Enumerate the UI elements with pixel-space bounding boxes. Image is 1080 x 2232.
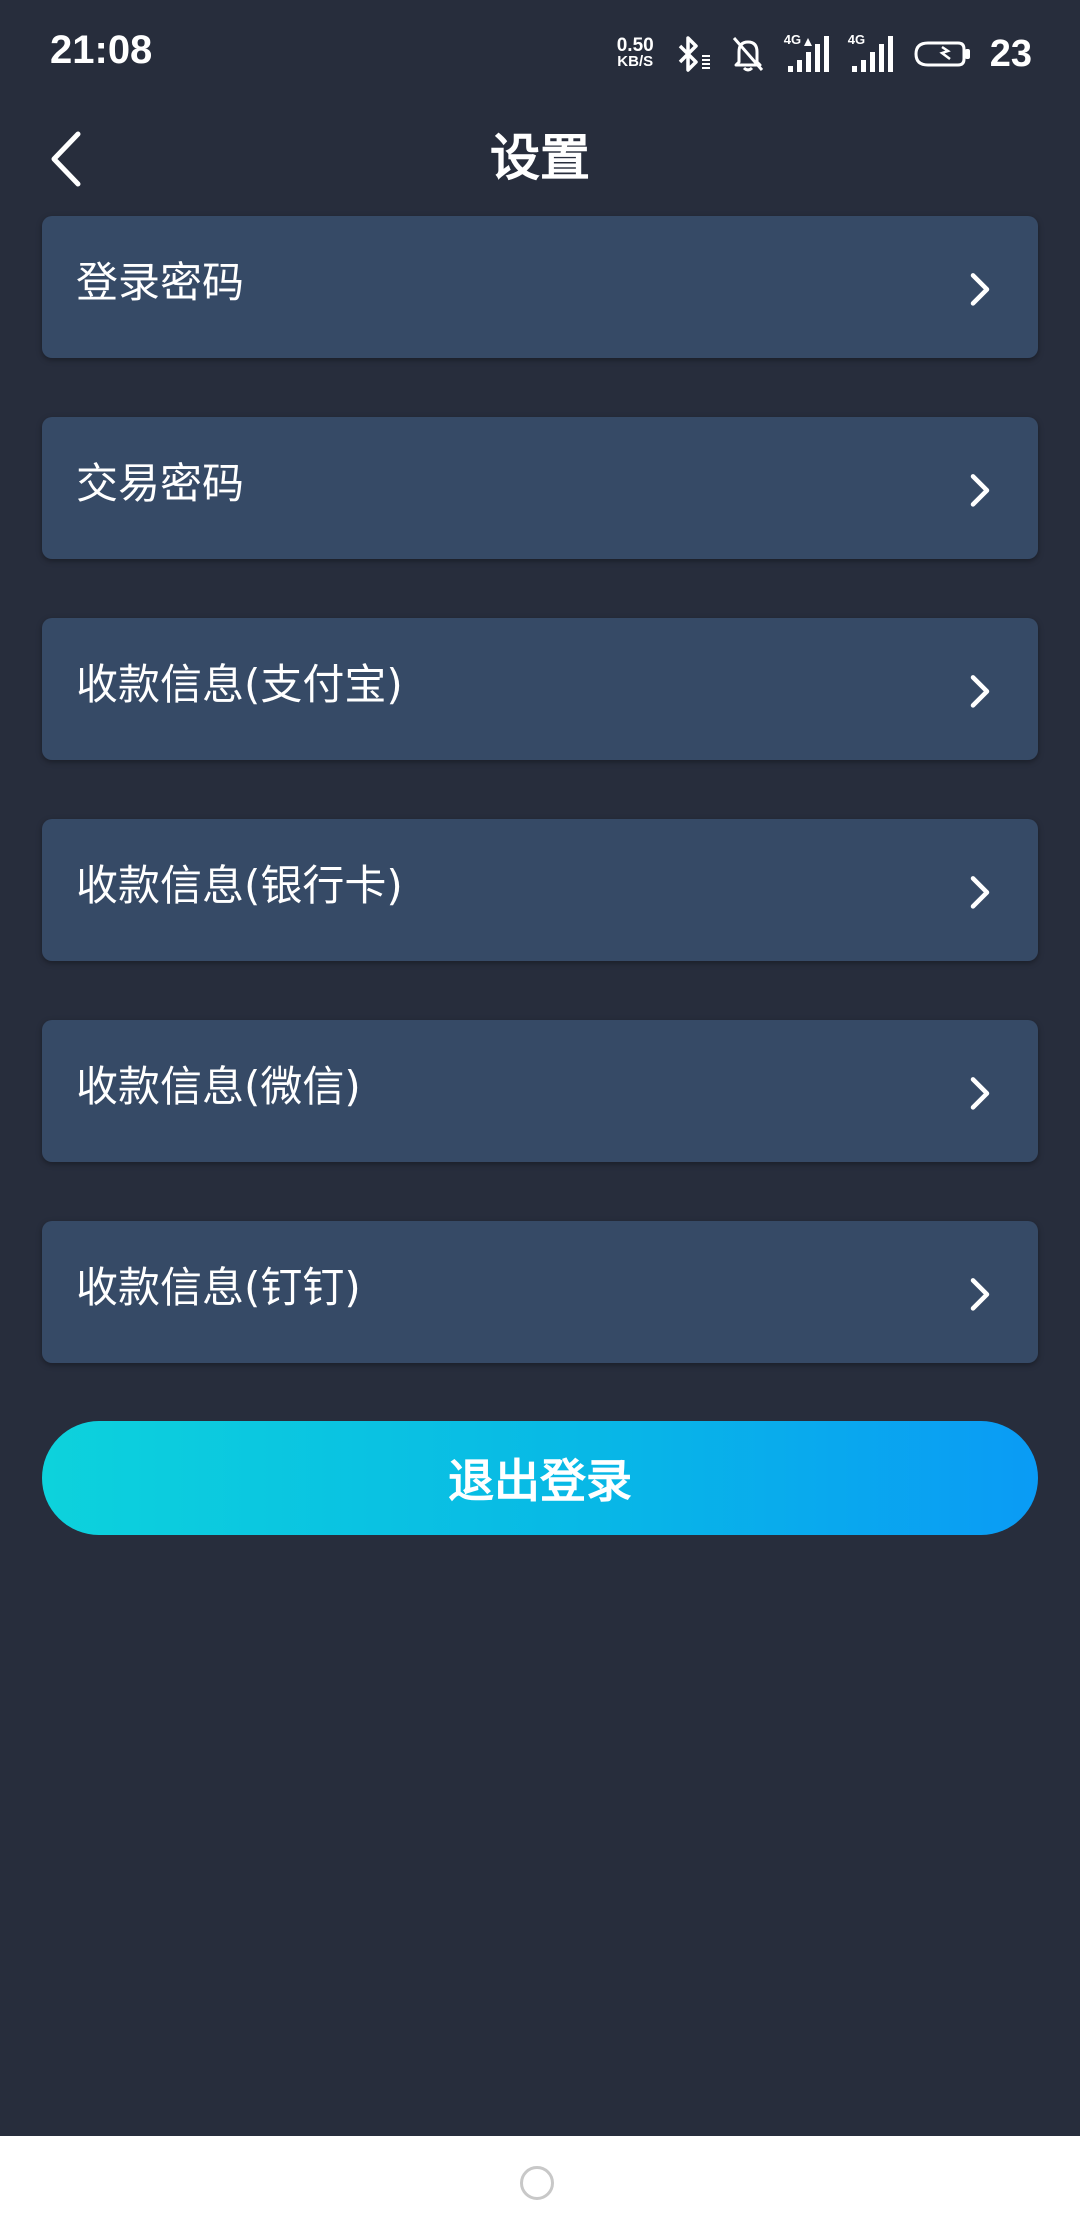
logout-button[interactable]: 退出登录 — [42, 1421, 1038, 1535]
settings-item-trade-password[interactable]: 交易密码 — [42, 417, 1038, 559]
settings-item-payment-alipay[interactable]: 收款信息(支付宝) — [42, 618, 1038, 760]
settings-item-label: 交易密码 — [76, 459, 245, 508]
settings-list: 登录密码 交易密码 收款信息(支付宝) 收款信息(银行卡) 收款信息(微信) 收… — [42, 216, 1038, 1422]
settings-item-payment-wechat[interactable]: 收款信息(微信) — [42, 1020, 1038, 1162]
settings-item-label: 收款信息(支付宝) — [76, 660, 403, 709]
chevron-right-icon — [970, 876, 990, 909]
system-nav-bar — [0, 2136, 1080, 2232]
chevron-right-icon — [970, 474, 990, 507]
network-speed-unit: KB/S — [617, 53, 654, 70]
chevron-right-icon — [970, 273, 990, 306]
network-speed: 0.50 KB/S — [616, 35, 654, 70]
chevron-right-icon — [970, 1077, 990, 1110]
settings-item-payment-dingtalk[interactable]: 收款信息(钉钉) — [42, 1221, 1038, 1363]
settings-item-label: 收款信息(银行卡) — [76, 861, 403, 910]
status-icons: 0.50 KB/S 4G 4G 23 — [617, 26, 1032, 82]
chevron-right-icon — [970, 675, 990, 708]
signal-sim1: 4G — [784, 32, 830, 74]
status-time: 21:08 — [50, 28, 153, 72]
settings-item-login-password[interactable]: 登录密码 — [42, 216, 1038, 358]
page-title: 设置 — [490, 129, 590, 187]
settings-item-label: 收款信息(微信) — [76, 1062, 361, 1111]
settings-item-label: 收款信息(钉钉) — [76, 1263, 361, 1312]
battery-icon — [914, 41, 970, 67]
signal-icon — [851, 36, 893, 72]
mute-bell-icon — [732, 37, 763, 72]
signal-sim2: 4G — [848, 32, 894, 74]
settings-screen: 21:08 0.50 KB/S 4G 4G 23 设置 登录密码 交易密码 收款… — [0, 0, 1080, 2232]
bluetooth-icon — [678, 36, 710, 72]
status-bar: 21:08 0.50 KB/S 4G 4G 23 — [0, 0, 1080, 110]
signal-icon — [787, 36, 829, 72]
chevron-right-icon — [970, 1278, 990, 1311]
header: 设置 — [0, 110, 1080, 220]
battery-level: 23 — [989, 32, 1032, 75]
settings-item-payment-bank-card[interactable]: 收款信息(银行卡) — [42, 819, 1038, 961]
settings-item-label: 登录密码 — [76, 258, 245, 307]
network-speed-value: 0.50 — [616, 35, 654, 56]
home-button[interactable] — [520, 2166, 554, 2200]
